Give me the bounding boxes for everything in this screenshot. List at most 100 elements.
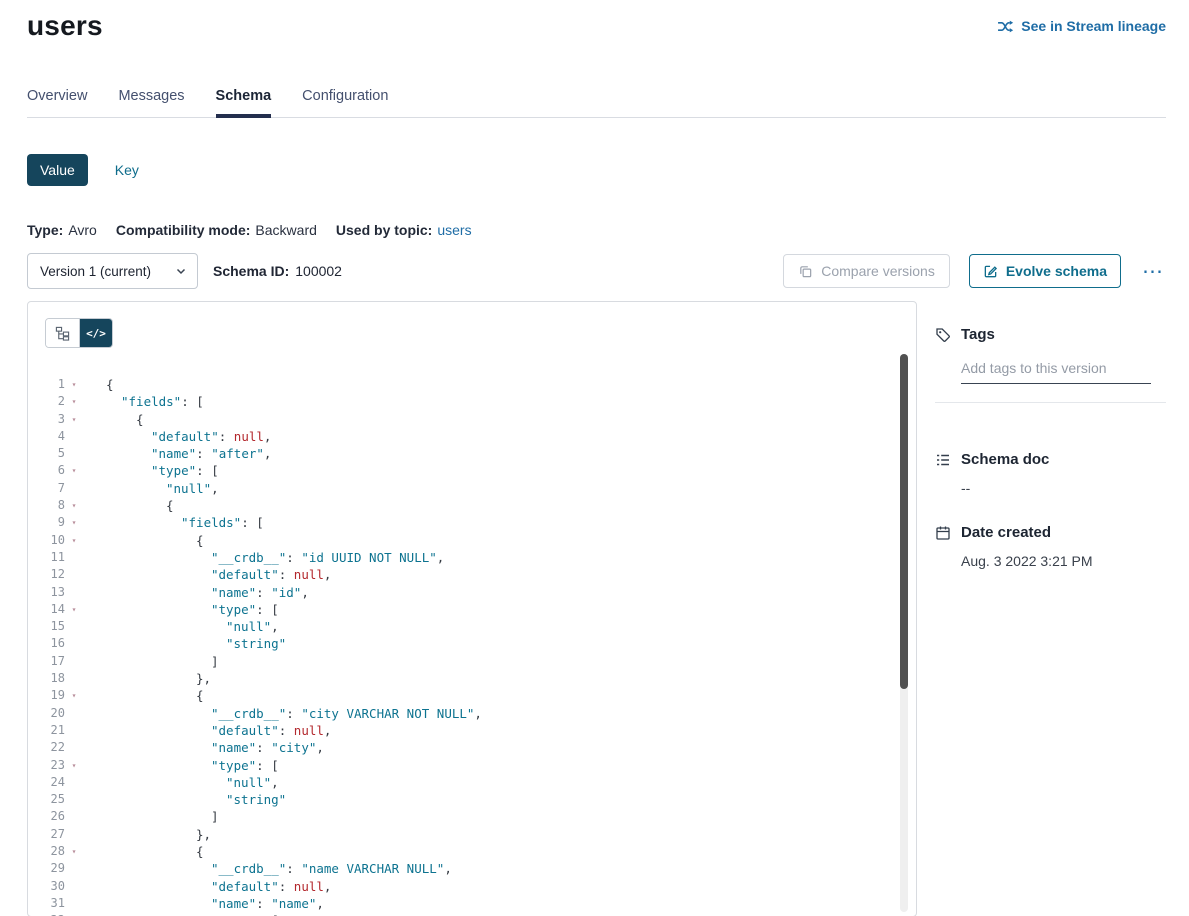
code-token: "null" — [226, 775, 271, 790]
tags-title: Tags — [961, 326, 995, 343]
tab-schema[interactable]: Schema — [216, 88, 272, 117]
code-token: { — [136, 412, 144, 427]
code-scrollbar-track[interactable] — [900, 354, 908, 912]
tab-configuration[interactable]: Configuration — [302, 88, 388, 117]
code-line-text: "null", — [83, 480, 219, 497]
code-scrollbar-thumb[interactable] — [900, 354, 908, 689]
meta-type-label: Type: — [27, 222, 63, 238]
fold-spacer — [65, 878, 83, 895]
fold-arrow-icon[interactable]: ▾ — [65, 601, 83, 618]
fold-arrow-icon[interactable]: ▾ — [65, 376, 83, 393]
code-line-text: ] — [83, 808, 219, 825]
code-token: : — [279, 879, 294, 894]
schema-id: Schema ID: 100002 — [213, 263, 342, 279]
line-number: 9 — [28, 514, 65, 531]
line-number: 11 — [28, 549, 65, 566]
code-token: : — [286, 861, 301, 876]
code-line-text: "name": "name", — [83, 895, 324, 912]
evolve-schema-button[interactable]: Evolve schema — [969, 254, 1121, 288]
code-line: 14▾"type": [ — [28, 601, 916, 618]
code-token: "default" — [211, 567, 279, 582]
fold-arrow-icon[interactable]: ▾ — [65, 687, 83, 704]
line-number: 28 — [28, 843, 65, 860]
code-line: 23▾"type": [ — [28, 757, 916, 774]
compare-versions-button[interactable]: Compare versions — [783, 254, 950, 288]
code-line-text: "name": "after", — [83, 445, 271, 462]
code-token: , — [316, 896, 324, 911]
tree-view-button[interactable] — [46, 319, 79, 347]
fold-arrow-icon[interactable]: ▾ — [65, 514, 83, 531]
line-number: 15 — [28, 618, 65, 635]
line-number: 19 — [28, 687, 65, 704]
code-line-text: "default": null, — [83, 878, 331, 895]
schema-id-label: Schema ID: — [213, 263, 289, 279]
code-token: , — [316, 740, 324, 755]
fold-arrow-icon[interactable]: ▾ — [65, 912, 83, 916]
fold-arrow-icon[interactable]: ▾ — [65, 462, 83, 479]
sidebar-divider — [935, 402, 1166, 403]
code-line: 9▾"fields": [ — [28, 514, 916, 531]
meta-compatibility-value: Backward — [255, 222, 316, 238]
code-token: { — [196, 688, 204, 703]
code-token: "type" — [211, 758, 256, 773]
meta-type: Type: Avro — [27, 222, 97, 238]
code-view-button[interactable]: </> — [79, 319, 112, 347]
more-actions-button[interactable]: ⋯ — [1140, 261, 1166, 282]
line-number: 18 — [28, 670, 65, 687]
code-line-text: { — [83, 532, 204, 549]
code-token: null — [294, 567, 324, 582]
fold-arrow-icon[interactable]: ▾ — [65, 393, 83, 410]
code-line: 26] — [28, 808, 916, 825]
stream-lineage-link[interactable]: See in Stream lineage — [997, 18, 1166, 35]
topic-link[interactable]: users — [437, 222, 471, 238]
code-line-text: "default": null, — [83, 566, 331, 583]
fold-arrow-icon[interactable]: ▾ — [65, 532, 83, 549]
line-number: 1 — [28, 376, 65, 393]
fold-spacer — [65, 480, 83, 497]
code-token: null — [234, 429, 264, 444]
code-token: "id" — [271, 585, 301, 600]
code-token: "name" — [211, 585, 256, 600]
code-token: "name" — [151, 446, 196, 461]
value-toggle-button[interactable]: Value — [27, 154, 88, 186]
code-token: : — [279, 567, 294, 582]
tree-view-icon — [55, 326, 70, 341]
code-token: { — [196, 844, 204, 859]
tab-messages[interactable]: Messages — [118, 88, 184, 117]
fold-arrow-icon[interactable]: ▾ — [65, 411, 83, 428]
code-view-icon: </> — [86, 327, 106, 340]
fold-arrow-icon[interactable]: ▾ — [65, 497, 83, 514]
code-line: 7"null", — [28, 480, 916, 497]
code-token: : — [256, 740, 271, 755]
fold-spacer — [65, 635, 83, 652]
code-line-text: "fields": [ — [83, 393, 204, 410]
code-line: 18}, — [28, 670, 916, 687]
code-line-text: { — [83, 497, 174, 514]
fold-spacer — [65, 722, 83, 739]
code-line: 32▾"type": [ — [28, 912, 916, 916]
code-line-text: "type": [ — [83, 757, 279, 774]
code-line-text: }, — [83, 670, 211, 687]
add-tags-input[interactable] — [961, 360, 1151, 384]
code-line: 22"name": "city", — [28, 739, 916, 756]
version-select[interactable]: Version 1 (current) — [27, 253, 198, 289]
date-created-section: Date created Aug. 3 2022 3:21 PM — [935, 524, 1166, 569]
code-line: 19▾ { — [28, 687, 916, 704]
fold-arrow-icon[interactable]: ▾ — [65, 843, 83, 860]
fold-arrow-icon[interactable]: ▾ — [65, 757, 83, 774]
line-number: 26 — [28, 808, 65, 825]
line-number: 16 — [28, 635, 65, 652]
code-token: , — [324, 879, 332, 894]
code-line-text: { — [83, 687, 204, 704]
evolve-schema-label: Evolve schema — [1006, 263, 1107, 279]
fold-spacer — [65, 826, 83, 843]
schema-sidebar: Tags Schema doc -- — [917, 301, 1166, 569]
key-toggle-button[interactable]: Key — [115, 162, 139, 178]
tab-overview[interactable]: Overview — [27, 88, 87, 117]
code-line-text: "string" — [83, 635, 286, 652]
line-number: 14 — [28, 601, 65, 618]
code-token: }, — [196, 671, 211, 686]
code-line: 20"__crdb__": "city VARCHAR NOT NULL", — [28, 705, 916, 722]
code-lines: 1▾{2▾"fields": [3▾{4"default": null,5"na… — [28, 376, 916, 916]
code-token: "type" — [211, 602, 256, 617]
